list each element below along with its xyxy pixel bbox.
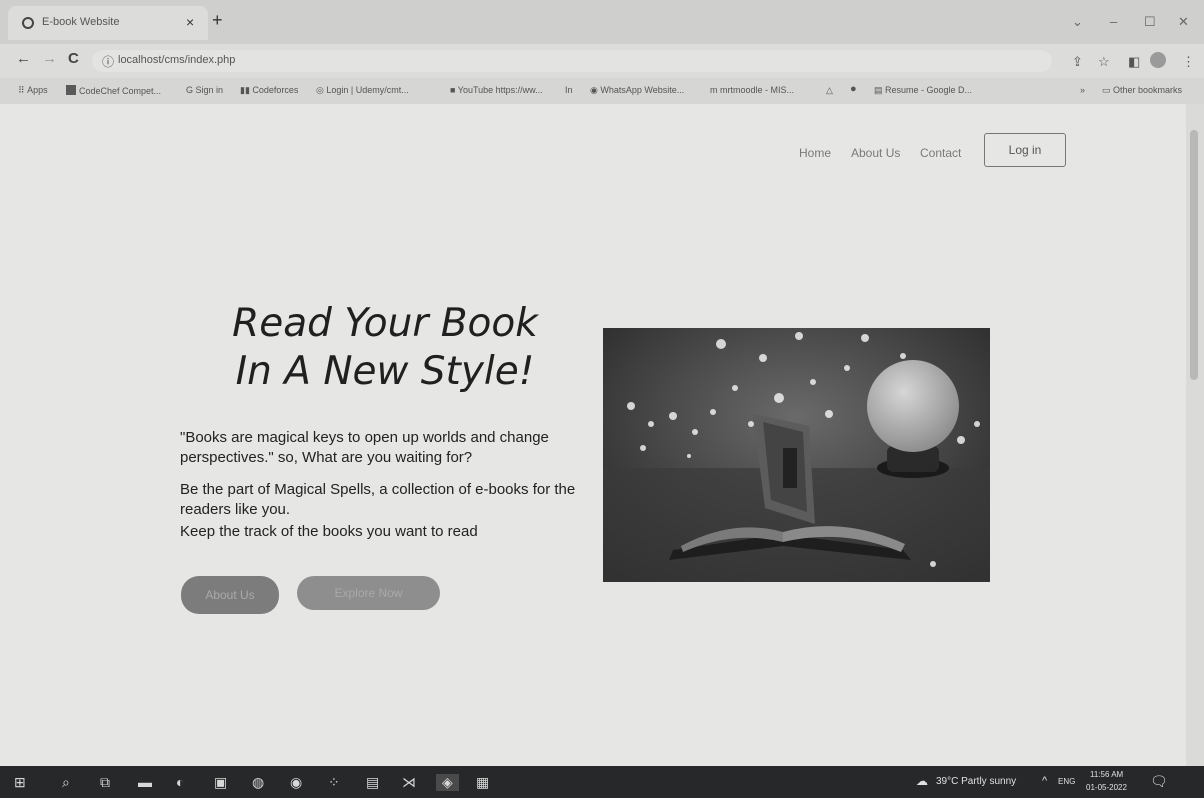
login-icon: ◎ <box>316 85 327 95</box>
codeforces-icon: ▮▮ <box>240 85 253 95</box>
hero-tagline: Keep the track of the books you want to … <box>180 523 478 540</box>
browser-tab[interactable]: E-book Website × <box>8 6 208 40</box>
reload-button[interactable]: C <box>68 50 79 67</box>
chrome-icon[interactable]: ◉ <box>290 774 302 791</box>
bookmark-moodle[interactable]: m mrtmoodle - MIS... <box>710 85 794 95</box>
url-text: localhost/cms/index.php <box>118 54 236 66</box>
bookmark-label: In <box>565 85 573 95</box>
clock-date[interactable]: 01-05-2022 <box>1086 783 1127 792</box>
store-icon[interactable]: ▣ <box>214 774 227 791</box>
bookmark-label: Sign in <box>195 85 224 95</box>
apps-icon: ⠿ <box>18 85 28 95</box>
tab-close-icon[interactable]: × <box>186 14 194 30</box>
codechef-icon <box>66 85 76 95</box>
forward-button[interactable]: → <box>42 50 57 67</box>
bookmark-youtube[interactable]: ■ YouTube https://ww... <box>450 85 543 95</box>
bookmark-label: Other bookmarks <box>1113 85 1183 95</box>
google-icon: G <box>186 85 196 95</box>
profile-avatar[interactable] <box>1150 52 1166 68</box>
tray-chevron-icon[interactable]: ^ <box>1042 775 1047 787</box>
hero-quote: "Books are magical keys to open up world… <box>180 429 549 466</box>
bookmark-star-icon[interactable]: ☆ <box>1098 54 1110 70</box>
notification-icon[interactable]: 🗨 <box>1150 773 1168 790</box>
bookmark-codechef[interactable]: CodeChef Compet... <box>66 85 161 96</box>
search-icon[interactable]: ⌕ <box>62 774 70 791</box>
bookmark-resume[interactable]: ▤ Resume - Google D... <box>874 85 972 96</box>
scrollbar-thumb[interactable] <box>1190 130 1198 380</box>
bookmark-label: WhatsApp Website... <box>600 85 685 95</box>
windows-taskbar: ⊞ ⌕ ⧉ ▬ ◐ ▣ ◍ ◉ ⁘ ▤ ⋊ ◈ ▦ ☁ 39°C Partly … <box>0 766 1204 798</box>
bookmark-label: YouTube https://ww... <box>457 85 543 95</box>
site-info-icon[interactable]: ⓘ <box>102 53 114 70</box>
url-input[interactable]: ⓘ localhost/cms/index.php <box>92 50 1052 72</box>
login-button[interactable]: Log in <box>984 133 1066 167</box>
bookmark-drive[interactable]: △ <box>826 85 833 96</box>
clock-time[interactable]: 11:56 AM <box>1090 770 1123 779</box>
weather-text[interactable]: 39°C Partly sunny <box>936 776 1016 787</box>
bookmarks-overflow-icon[interactable]: » <box>1080 85 1085 95</box>
bookmark-login[interactable]: ◎ Login | Udemy/cmt... <box>316 85 409 96</box>
share-icon[interactable]: ⇪ <box>1072 54 1083 70</box>
active-app-icon[interactable]: ◈ <box>436 774 459 791</box>
minimize-button[interactable]: – <box>1110 14 1117 29</box>
edge-icon[interactable]: ◐ <box>176 774 184 790</box>
language-indicator[interactable]: ENG <box>1058 777 1075 786</box>
close-window-button[interactable]: ✕ <box>1178 14 1189 30</box>
nav-home-link[interactable]: Home <box>799 146 831 160</box>
windows-start-icon[interactable]: ⊞ <box>14 774 26 791</box>
web-page <box>0 104 1186 766</box>
whatsapp-icon: ◉ <box>590 85 601 95</box>
resume-icon: ▤ <box>874 85 886 95</box>
about-us-button[interactable]: About Us <box>181 576 279 614</box>
bookmark-github[interactable]: ● <box>850 83 857 95</box>
tab-title: E-book Website <box>42 16 120 28</box>
bookmark-whatsapp[interactable]: ◉ WhatsApp Website... <box>590 85 684 96</box>
grid-app-icon[interactable]: ⁘ <box>328 774 340 791</box>
bookmarks-bar: ⠿ Apps CodeChef Compet... G Sign in ▮▮ C… <box>0 78 1204 104</box>
nav-contact-link[interactable]: Contact <box>920 146 961 160</box>
bookmark-label: Resume - Google D... <box>885 85 973 95</box>
folder-icon: ▭ <box>1102 85 1114 95</box>
drive-icon: △ <box>826 85 833 95</box>
youtube-icon: ■ <box>450 85 458 95</box>
moodle-icon: m <box>710 85 720 95</box>
other-bookmarks[interactable]: ▭ Other bookmarks <box>1102 85 1182 96</box>
bookmark-signin[interactable]: G Sign in <box>186 85 223 95</box>
side-panel-icon[interactable]: ◧ <box>1128 54 1140 70</box>
weather-icon[interactable]: ☁ <box>916 774 928 788</box>
task-view-icon[interactable]: ⧉ <box>100 774 110 791</box>
explore-now-button[interactable]: Explore Now <box>297 576 440 610</box>
headline-line-2: In A New Style! <box>235 349 535 394</box>
bookmark-in[interactable]: In <box>565 85 573 95</box>
tab-search-chevron-icon[interactable]: ⌄ <box>1072 14 1083 30</box>
globe-icon <box>22 17 34 29</box>
new-tab-button[interactable]: + <box>212 10 223 31</box>
bookmark-apps[interactable]: ⠿ Apps <box>18 85 48 96</box>
hero-description: Be the part of Magical Spells, a collect… <box>180 481 576 518</box>
bookmark-label: Login | Udemy/cmt... <box>326 85 409 95</box>
bookmark-codeforces[interactable]: ▮▮ Codeforces <box>240 85 298 96</box>
magic-book-crystal-ball-image <box>603 328 990 582</box>
bookmark-label: CodeChef Compet... <box>79 86 162 96</box>
teams-icon[interactable]: ▦ <box>476 774 489 791</box>
github-icon: ● <box>850 83 857 95</box>
bookmark-label: mrtmoodle - MIS... <box>720 85 795 95</box>
browser-tab-strip: E-book Website × + ⌄ – ☐ ✕ <box>0 0 1204 44</box>
bookmark-label: Apps <box>27 85 48 95</box>
app-icon[interactable]: ◍ <box>252 774 264 791</box>
hero-headline: Read Your Book In A New Style! <box>180 300 590 396</box>
file-explorer-icon[interactable]: ▬ <box>138 774 152 790</box>
word-icon[interactable]: ▤ <box>366 774 379 791</box>
headline-line-1: Read Your Book <box>232 301 538 346</box>
back-button[interactable]: ← <box>16 50 31 67</box>
bookmark-label: Codeforces <box>252 85 299 95</box>
vscode-icon[interactable]: ⋊ <box>402 774 416 791</box>
nav-about-link[interactable]: About Us <box>851 146 900 160</box>
maximize-button[interactable]: ☐ <box>1144 14 1156 30</box>
menu-kebab-icon[interactable]: ⋮ <box>1182 54 1195 70</box>
